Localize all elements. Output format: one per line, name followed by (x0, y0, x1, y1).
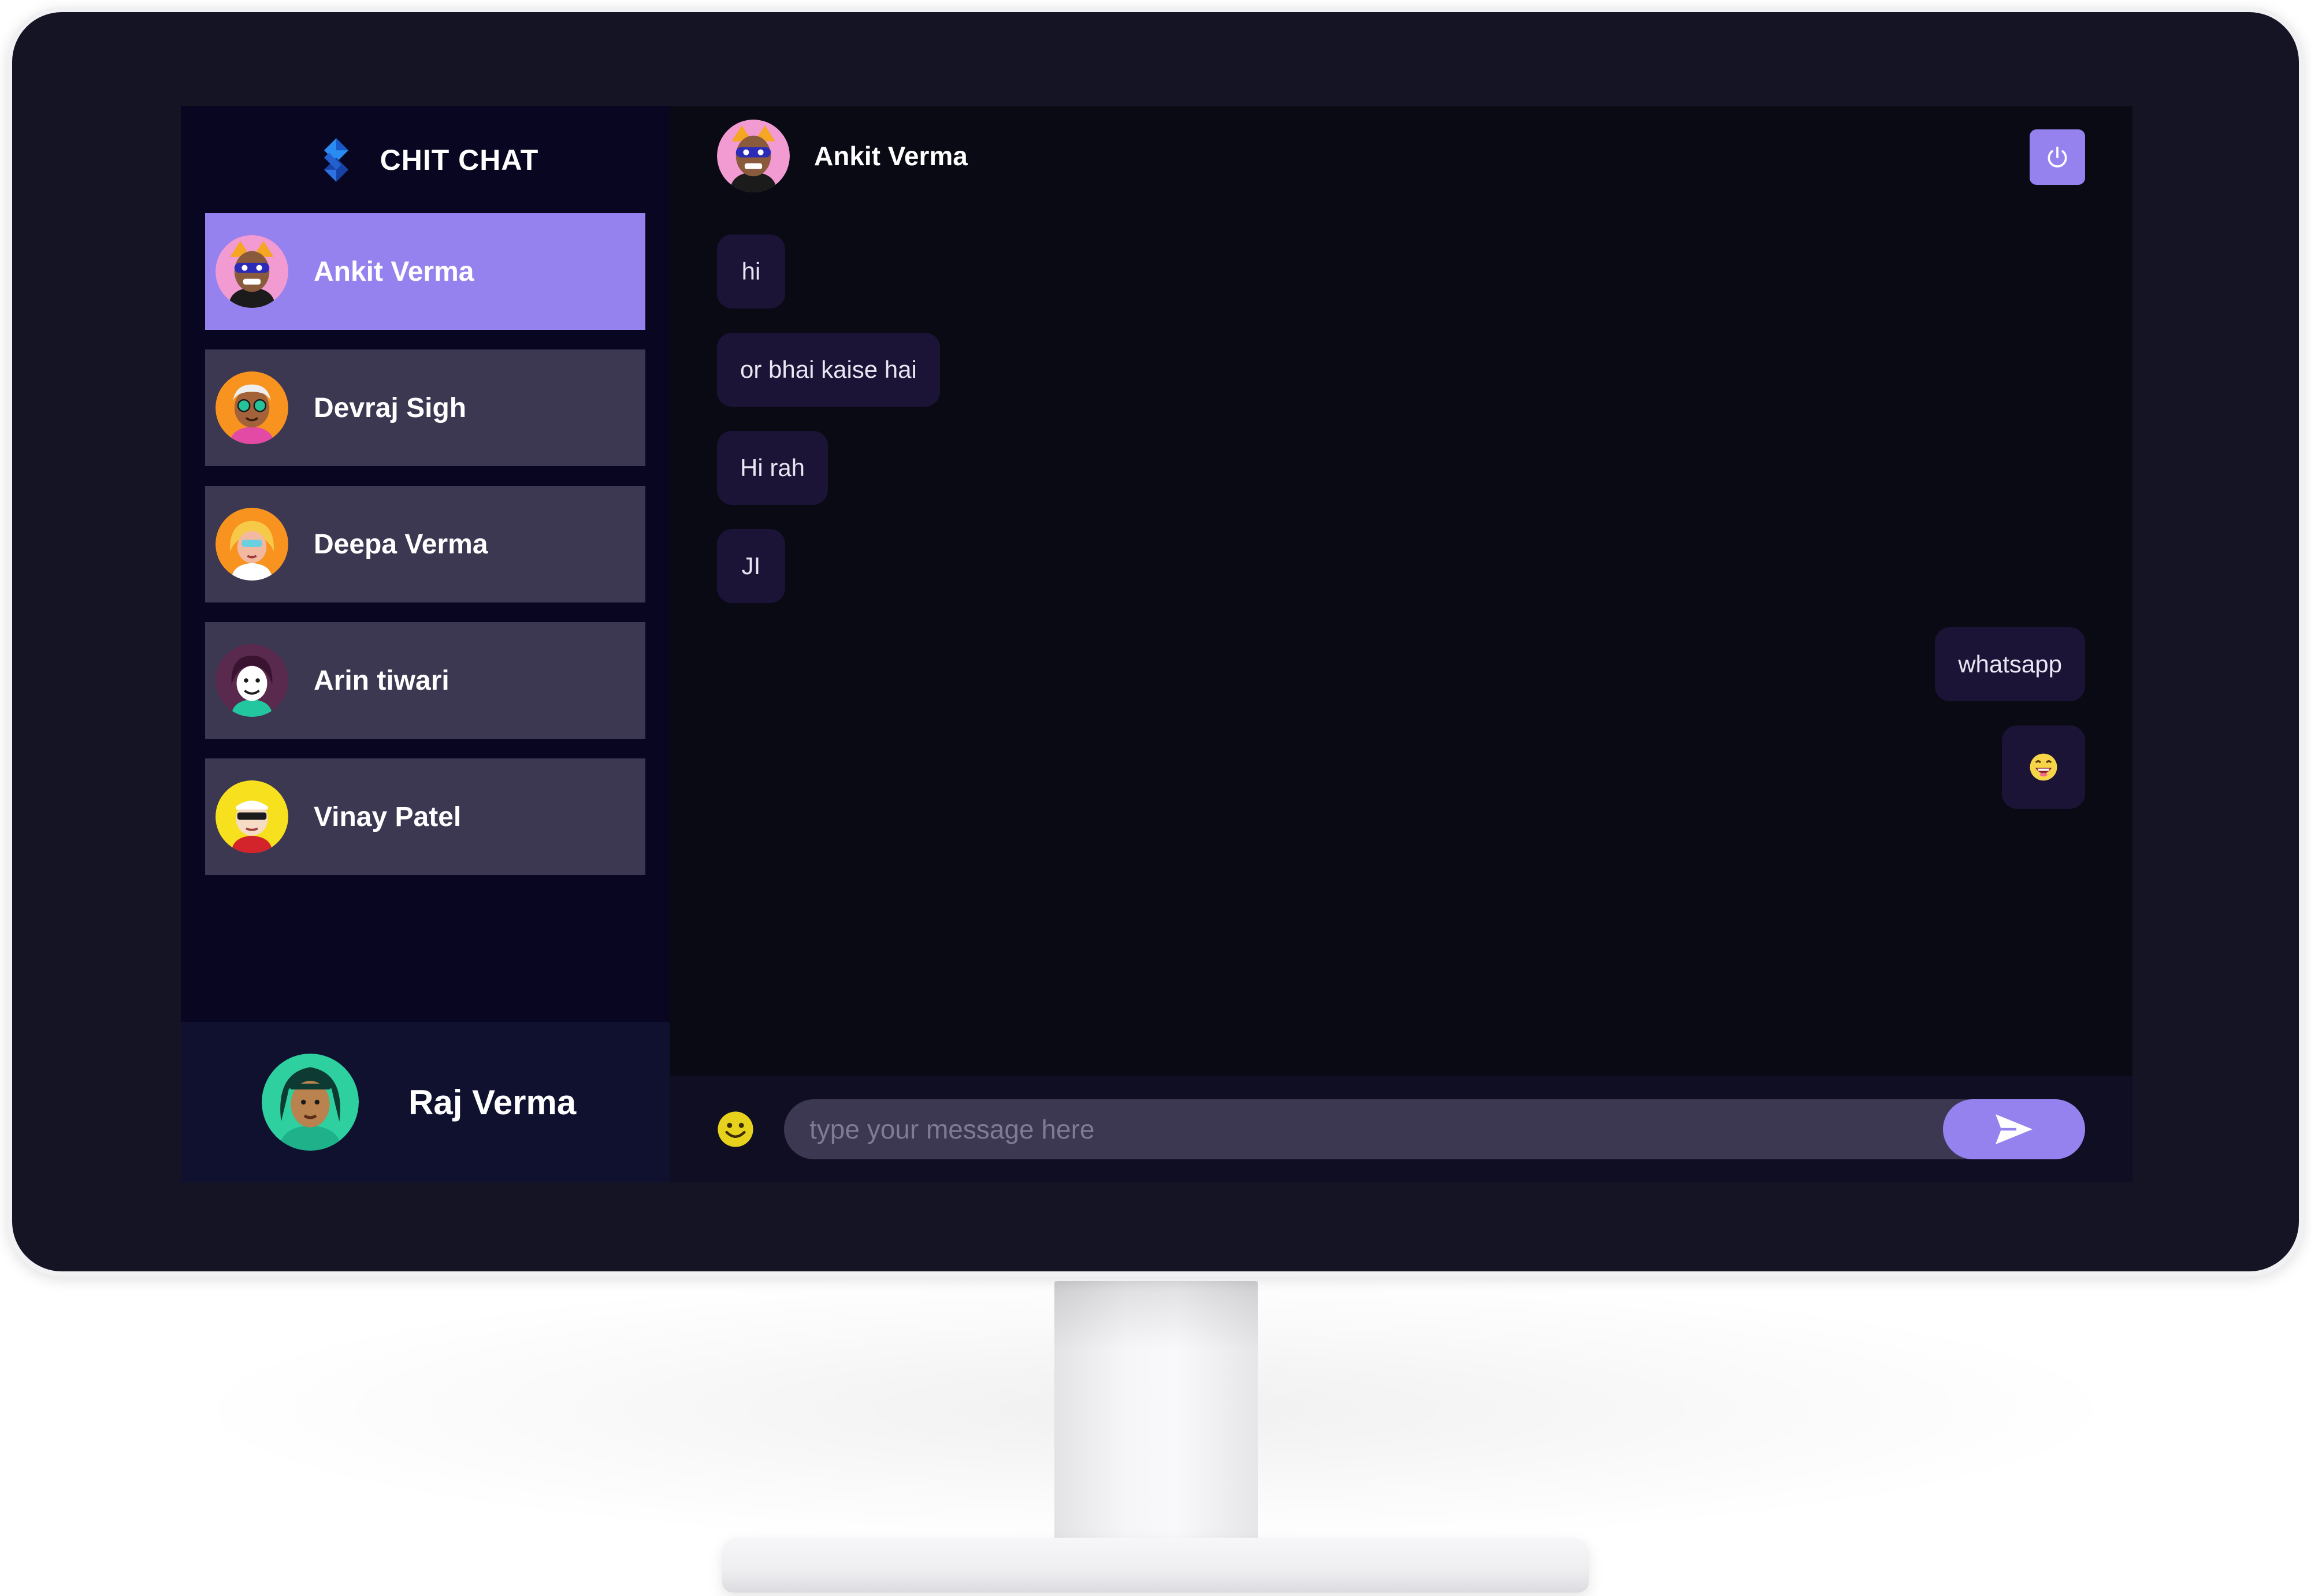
avatar-vinay (216, 780, 288, 853)
contact-name: Deepa Verma (314, 529, 488, 560)
message-input[interactable] (784, 1099, 1943, 1159)
message-bubble-incoming: JI (717, 529, 785, 603)
message-row (717, 726, 2085, 809)
avatar-ankit (216, 235, 288, 308)
current-user-name: Raj Verma (408, 1082, 577, 1122)
message-row: whatsapp (717, 627, 2085, 701)
contact-item-vinay-patel[interactable]: Vinay Patel (205, 758, 645, 875)
send-arrow-icon (1996, 1114, 2033, 1144)
chat-contact-name: Ankit Verma (814, 141, 968, 171)
monitor-stand-shade (1054, 1281, 1258, 1351)
message-composer (670, 1076, 2132, 1182)
message-row: or bhai kaise hai (717, 333, 2085, 407)
chat-header: Ankit Verma (670, 106, 2132, 206)
power-icon (2048, 146, 2067, 168)
contact-item-arin-tiwari[interactable]: Arin tiwari (205, 622, 645, 739)
message-bubble-incoming: or bhai kaise hai (717, 333, 940, 407)
brand-name: CHIT CHAT (380, 143, 539, 176)
avatar-ankit (717, 120, 790, 192)
grinning-emoji-icon (2030, 753, 2057, 781)
monitor-stand-base (722, 1538, 1589, 1593)
avatar-deepa (216, 508, 288, 581)
message-row: hi (717, 235, 2085, 308)
contact-name: Ankit Verma (314, 256, 474, 287)
contact-name: Vinay Patel (314, 801, 462, 832)
message-bubble-outgoing: whatsapp (1935, 627, 2085, 701)
contact-item-devraj-sigh[interactable]: Devraj Sigh (205, 349, 645, 466)
brand: CHIT CHAT (181, 106, 670, 213)
message-input-wrapper (784, 1099, 2085, 1159)
sidebar: CHIT CHAT Ankit Verma Devraj Sigh Deepa … (181, 106, 670, 1182)
send-button[interactable] (1943, 1099, 2085, 1159)
logout-button[interactable] (2030, 129, 2085, 185)
chat-app: CHIT CHAT Ankit Verma Devraj Sigh Deepa … (181, 106, 2132, 1182)
contact-name: Arin tiwari (314, 665, 449, 696)
contact-item-ankit-verma[interactable]: Ankit Verma (205, 213, 645, 330)
avatar-devraj (216, 371, 288, 444)
smiley-icon[interactable] (716, 1110, 755, 1149)
contact-name: Devraj Sigh (314, 392, 467, 423)
contact-item-deepa-verma[interactable]: Deepa Verma (205, 486, 645, 602)
message-list: hi or bhai kaise hai Hi rah JI whatsapp (717, 235, 2085, 833)
diamond-logo-icon (324, 137, 348, 182)
avatar-arin (216, 644, 288, 717)
message-bubble-incoming: hi (717, 235, 785, 308)
avatar-raj[interactable] (262, 1054, 359, 1151)
current-user-panel: Raj Verma (181, 1022, 670, 1182)
message-bubble-outgoing-emoji (2002, 726, 2085, 809)
chat-panel: Ankit Verma hi or bhai kaise hai Hi rah … (670, 106, 2132, 1182)
message-bubble-incoming: Hi rah (717, 431, 828, 505)
message-row: Hi rah (717, 431, 2085, 505)
message-row: JI (717, 529, 2085, 603)
contact-list: Ankit Verma Devraj Sigh Deepa Verma Arin… (181, 213, 670, 875)
